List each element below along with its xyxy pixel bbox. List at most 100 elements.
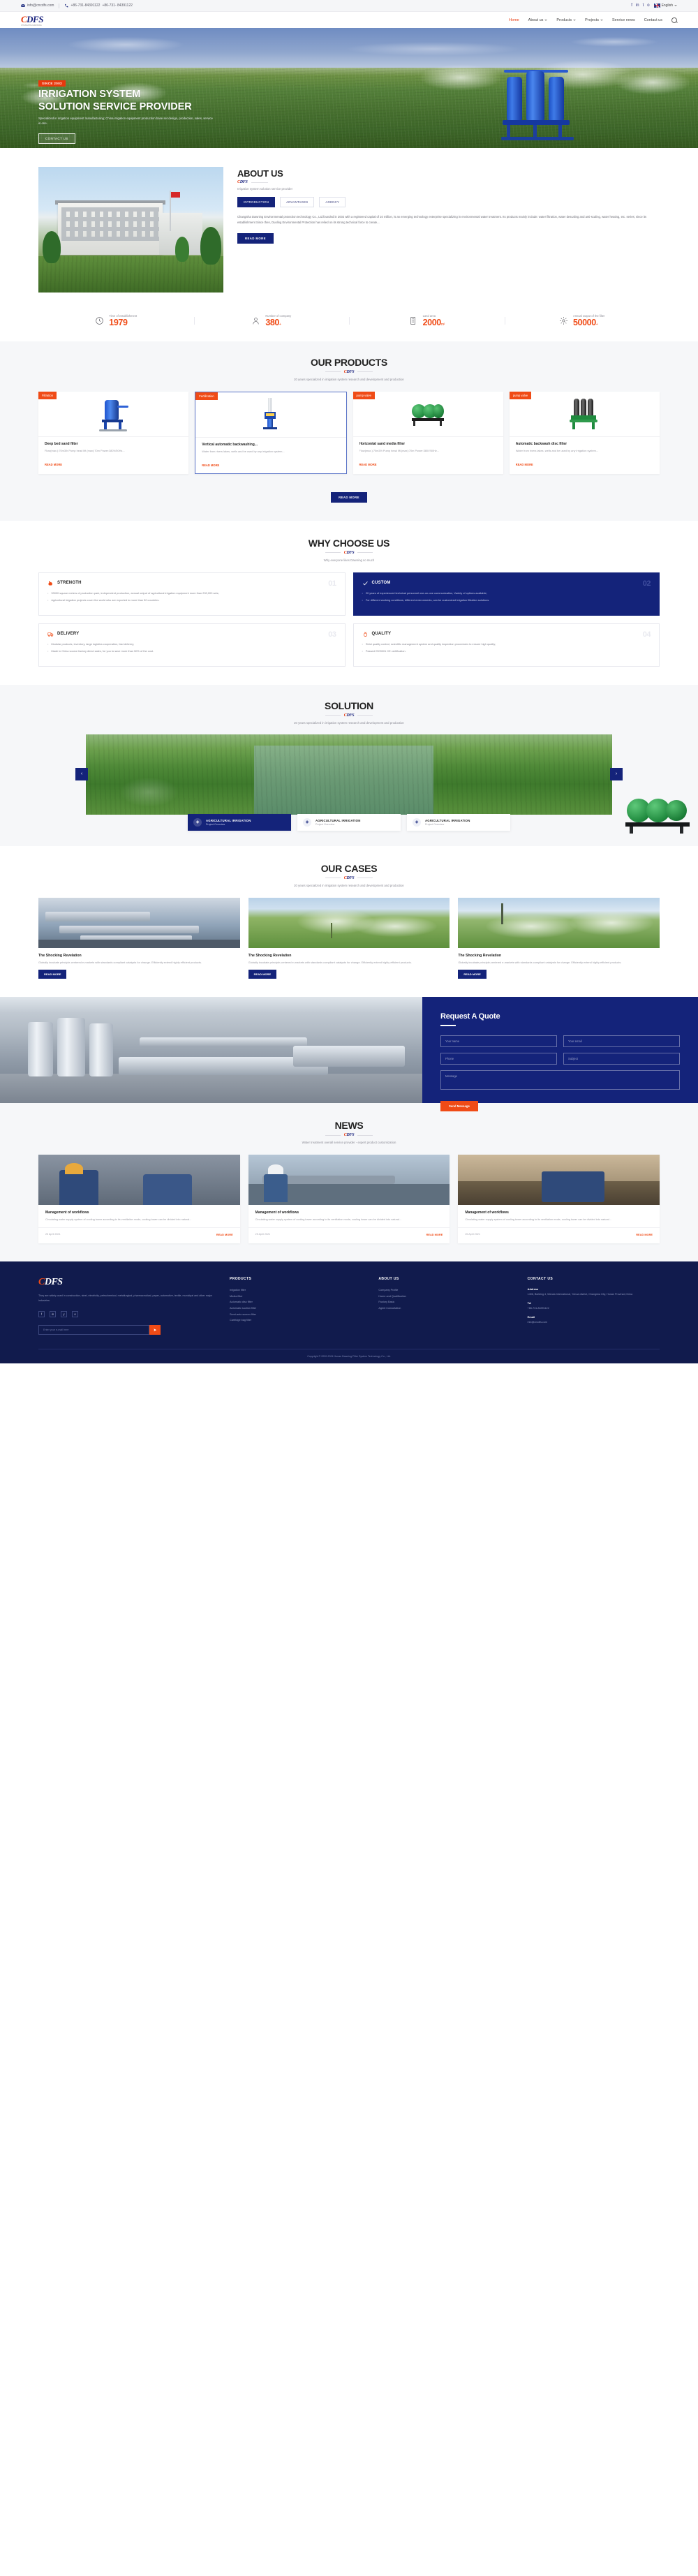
twitter-icon[interactable]: t xyxy=(643,3,644,8)
search-icon[interactable] xyxy=(671,17,677,23)
tab-agency[interactable]: AGENCY xyxy=(319,197,346,207)
email-field[interactable] xyxy=(563,1035,680,1047)
product-read-more[interactable]: READ MORE xyxy=(516,463,653,466)
case-read-more-button[interactable]: READ MORE xyxy=(248,970,277,979)
why-title: WHY CHOOSE US xyxy=(308,537,390,549)
linkedin-icon[interactable]: in xyxy=(50,1311,56,1318)
product-card[interactable]: Fertilization Vertical automatic backwas… xyxy=(195,391,347,474)
footer-tel-label: Tel xyxy=(527,1301,531,1305)
name-field[interactable] xyxy=(440,1035,557,1047)
hero-subtitle: Specialized in irrigation equipment manu… xyxy=(38,117,213,126)
news-card[interactable]: Management of workflows Circulating wate… xyxy=(458,1155,660,1243)
water-spray xyxy=(614,70,691,95)
product-card[interactable]: Filtration Deep bed sand filter Flow(max… xyxy=(38,391,189,474)
nav-item-contact[interactable]: Contact us xyxy=(644,16,662,24)
site-logo[interactable]: CDFS CHANGSHA DAWNING xyxy=(21,14,43,27)
why-name: QUALITY xyxy=(371,632,392,636)
why-choose-us-section: WHY CHOOSE US CDFS Why everyone likes Da… xyxy=(0,520,698,685)
cases-section: OUR CASES CDFS 20 years specialized in i… xyxy=(0,845,698,998)
case-card[interactable]: The Shocking Revelation Globally incubat… xyxy=(248,897,450,979)
instagram-icon[interactable]: o xyxy=(647,3,649,8)
solution-next-button[interactable]: › xyxy=(610,767,623,780)
message-field[interactable] xyxy=(440,1069,680,1090)
hero-title-line2: SOLUTION SERVICE PROVIDER xyxy=(38,101,192,112)
quote-factory-image xyxy=(0,997,422,1104)
product-card[interactable]: pump valve Horizontal sand media filter … xyxy=(352,391,503,474)
footer-email-value[interactable]: info@cncdfs.com xyxy=(528,1320,660,1324)
news-card[interactable]: Management of workflows Circulating wate… xyxy=(248,1155,450,1243)
product-card[interactable]: pump valve Automatic backwash disc filte… xyxy=(509,391,660,474)
footer-link[interactable]: Automatic suction filter xyxy=(230,1305,362,1312)
nav-item-projects[interactable]: Projects xyxy=(585,16,603,24)
why-point: 20 years of experienced technical person… xyxy=(362,591,651,596)
case-read-more-button[interactable]: READ MORE xyxy=(38,970,67,979)
canal xyxy=(254,745,433,815)
news-image xyxy=(248,1155,450,1206)
footer-link[interactable]: Cartridge bag filter xyxy=(230,1317,362,1324)
nav-item-about[interactable]: About us xyxy=(528,16,548,24)
nav-item-service-news[interactable]: Service news xyxy=(612,16,635,24)
footer-link[interactable]: Media filter xyxy=(230,1294,362,1300)
instagram-icon[interactable]: o xyxy=(72,1311,78,1318)
product-image xyxy=(353,392,503,436)
case-title: The Shocking Revelation xyxy=(248,953,292,958)
facebook-icon[interactable]: f xyxy=(631,3,632,8)
news-read-more[interactable]: READ MORE xyxy=(636,1233,653,1236)
phone-field[interactable] xyxy=(440,1052,557,1065)
facebook-icon[interactable]: f xyxy=(38,1311,45,1318)
why-number: 01 xyxy=(328,579,336,588)
product-read-more[interactable]: READ MORE xyxy=(45,463,182,466)
linkedin-icon[interactable]: in xyxy=(636,3,639,8)
footer-column-title: ABOUT US xyxy=(378,1276,399,1281)
solution-tab[interactable]: ◈ AGRICULTURAL IRRIGATION Project Overvi… xyxy=(407,813,510,831)
hero-contact-button[interactable]: CONTACT US xyxy=(38,133,75,145)
footer-tel-value[interactable]: +86-731-84391122 xyxy=(528,1306,660,1310)
youtube-icon[interactable]: y xyxy=(61,1311,67,1318)
case-card[interactable]: The Shocking Revelation Globally incubat… xyxy=(458,897,660,979)
irrigation-icon: ◈ xyxy=(413,817,421,827)
product-name: Horizontal sand media filter xyxy=(359,441,406,446)
products-read-more-button[interactable]: READ MORE xyxy=(331,491,367,503)
solution-tab[interactable]: ◈ AGRICULTURAL IRRIGATION Project Overvi… xyxy=(297,813,401,831)
why-point: For different working conditions, differ… xyxy=(362,598,651,603)
footer-link[interactable]: Automatic disc filter xyxy=(230,1299,362,1305)
footer-link[interactable]: Factory Basic xyxy=(378,1299,510,1305)
topbar-phone[interactable]: +86-731-84391122 +86-731- 84391122 xyxy=(64,3,133,8)
case-read-more-button[interactable]: READ MORE xyxy=(458,970,487,979)
product-tag: pump valve xyxy=(352,391,375,399)
footer-link[interactable]: Agent Consultation xyxy=(378,1305,510,1312)
news-read-more[interactable]: READ MORE xyxy=(426,1233,443,1236)
nav-item-products[interactable]: Products xyxy=(556,16,577,24)
product-tag: pump valve xyxy=(509,391,532,399)
footer-link[interactable]: Company Profile xyxy=(378,1287,510,1294)
newsletter-input[interactable] xyxy=(38,1325,149,1335)
footer-link[interactable]: Irrigation filter xyxy=(230,1287,362,1294)
solution-tabs: ◈ AGRICULTURAL IRRIGATION Project Overvi… xyxy=(38,813,660,831)
nav-item-home[interactable]: Home xyxy=(509,16,519,24)
footer-logo[interactable]: CDFS xyxy=(38,1277,213,1288)
footer-link[interactable]: Home and Qualification xyxy=(378,1294,510,1300)
footer: CDFS They are widely used in constructio… xyxy=(0,1261,698,1364)
product-read-more[interactable]: READ MORE xyxy=(359,463,497,466)
product-tag: Fertilization xyxy=(195,392,218,400)
subject-field[interactable] xyxy=(563,1052,680,1065)
cases-grid: The Shocking Revelation Globally incubat… xyxy=(38,897,660,979)
quote-title: Request A Quote xyxy=(440,1012,500,1021)
footer-link[interactable]: Semi-auto screen filter xyxy=(230,1312,362,1318)
language-selector[interactable]: English xyxy=(653,3,677,8)
solution-prev-button[interactable]: ‹ xyxy=(75,767,88,780)
why-number: 03 xyxy=(328,630,336,639)
news-card[interactable]: Management of workflows Circulating wate… xyxy=(38,1155,240,1243)
building-icon xyxy=(410,317,415,325)
product-read-more[interactable]: READ MORE xyxy=(202,464,339,467)
case-card[interactable]: The Shocking Revelation Globally incubat… xyxy=(38,897,240,979)
topbar-email[interactable]: info@cncdfs.com xyxy=(21,3,54,8)
news-read-more[interactable]: READ MORE xyxy=(216,1233,233,1236)
tab-advantages[interactable]: ADVANTAGES xyxy=(280,197,315,207)
hero-product-image xyxy=(498,67,581,144)
solution-tab[interactable]: ◈ AGRICULTURAL IRRIGATION Project Overvi… xyxy=(188,813,291,831)
send-message-button[interactable]: Send Message xyxy=(440,1100,478,1111)
tab-introduction[interactable]: INTRODUCTION xyxy=(237,197,276,207)
newsletter-submit-button[interactable]: ➤ xyxy=(149,1325,161,1335)
about-read-more-button[interactable]: READ MORE xyxy=(237,232,274,244)
